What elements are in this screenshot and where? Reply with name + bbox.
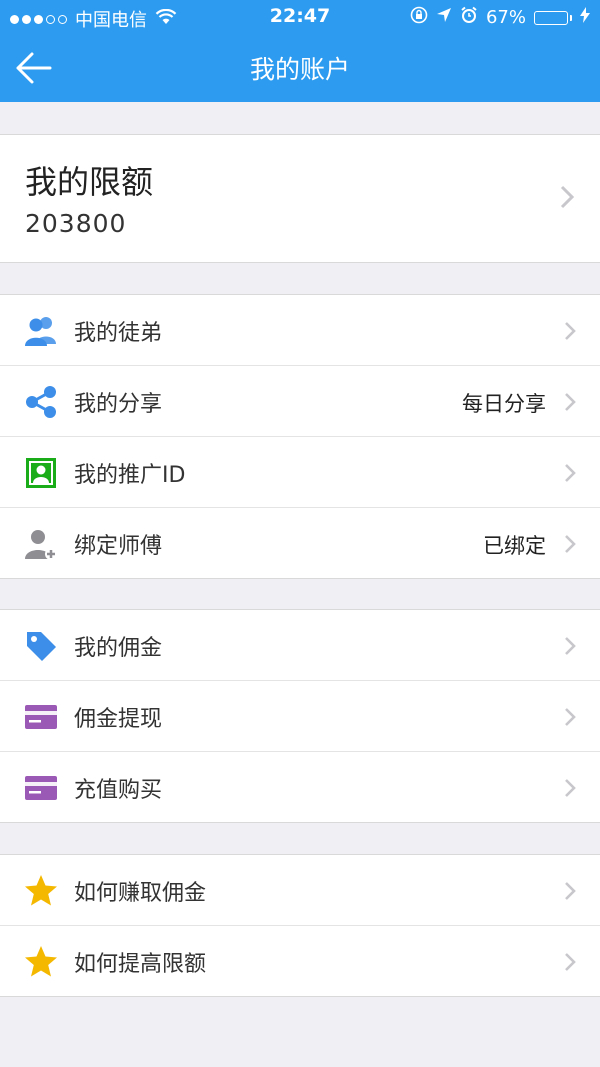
star-icon (24, 945, 58, 979)
menu-item-bind-master[interactable]: 绑定师傅 已绑定 (0, 508, 600, 578)
tag-icon (24, 629, 58, 663)
menu-item-label: 绑定师傅 (74, 534, 163, 559)
id-badge-icon (24, 456, 58, 490)
limit-value: 203800 (25, 209, 127, 238)
chevron-right-icon (564, 778, 576, 798)
status-right: 67% (410, 6, 590, 29)
menu-item-my-promo-id[interactable]: 我的推广ID (0, 437, 600, 508)
menu-item-label: 佣金提现 (74, 707, 163, 732)
chevron-right-icon (560, 185, 574, 209)
menu-item-how-earn-commission[interactable]: 如何赚取佣金 (0, 855, 600, 926)
user-add-icon (24, 527, 58, 561)
chevron-right-icon (564, 881, 576, 901)
nav-bar: 我的账户 (0, 34, 600, 102)
card-icon (24, 700, 58, 734)
chevron-right-icon (564, 321, 576, 341)
menu-item-commission-withdraw[interactable]: 佣金提现 (0, 681, 600, 752)
menu-item-label: 我的徒弟 (74, 321, 163, 346)
menu-item-value: 每日分享 (462, 392, 546, 416)
battery-percent: 67% (485, 7, 526, 28)
menu-group-commission: 我的佣金 佣金提现 充值购买 (0, 609, 600, 823)
menu-item-label: 如何提高限额 (74, 952, 207, 977)
alarm-icon (460, 6, 478, 29)
location-icon (436, 7, 452, 28)
menu-group-help: 如何赚取佣金 如何提高限额 (0, 854, 600, 997)
menu-item-label: 如何赚取佣金 (74, 881, 207, 906)
menu-item-value: 已绑定 (483, 534, 546, 558)
chevron-right-icon (564, 636, 576, 656)
chevron-right-icon (564, 534, 576, 554)
menu-item-label: 我的分享 (74, 392, 163, 417)
star-icon (24, 874, 58, 908)
menu-item-my-apprentices[interactable]: 我的徒弟 (0, 295, 600, 366)
chevron-right-icon (564, 463, 576, 483)
users-icon (24, 314, 58, 348)
card-icon (24, 771, 58, 805)
limit-card[interactable]: 我的限额 203800 (0, 134, 600, 263)
status-bar: 中国电信 22:47 67% (0, 0, 600, 34)
chevron-right-icon (564, 707, 576, 727)
battery-icon (534, 10, 572, 25)
menu-item-my-commission[interactable]: 我的佣金 (0, 610, 600, 681)
menu-item-how-raise-limit[interactable]: 如何提高限额 (0, 926, 600, 996)
menu-group-social: 我的徒弟 我的分享 每日分享 我的推广ID 绑定师傅 已绑定 (0, 294, 600, 579)
menu-item-label: 我的佣金 (74, 636, 163, 661)
share-icon (24, 385, 58, 419)
chevron-right-icon (564, 392, 576, 412)
limit-title: 我的限额 (25, 163, 154, 201)
chevron-right-icon (564, 952, 576, 972)
menu-item-my-share[interactable]: 我的分享 每日分享 (0, 366, 600, 437)
menu-item-recharge-purchase[interactable]: 充值购买 (0, 752, 600, 822)
menu-item-label: 我的推广ID (74, 463, 186, 488)
page-title: 我的账户 (249, 55, 350, 84)
charging-icon (580, 7, 590, 28)
orientation-lock-icon (410, 6, 428, 29)
menu-item-label: 充值购买 (74, 778, 163, 803)
